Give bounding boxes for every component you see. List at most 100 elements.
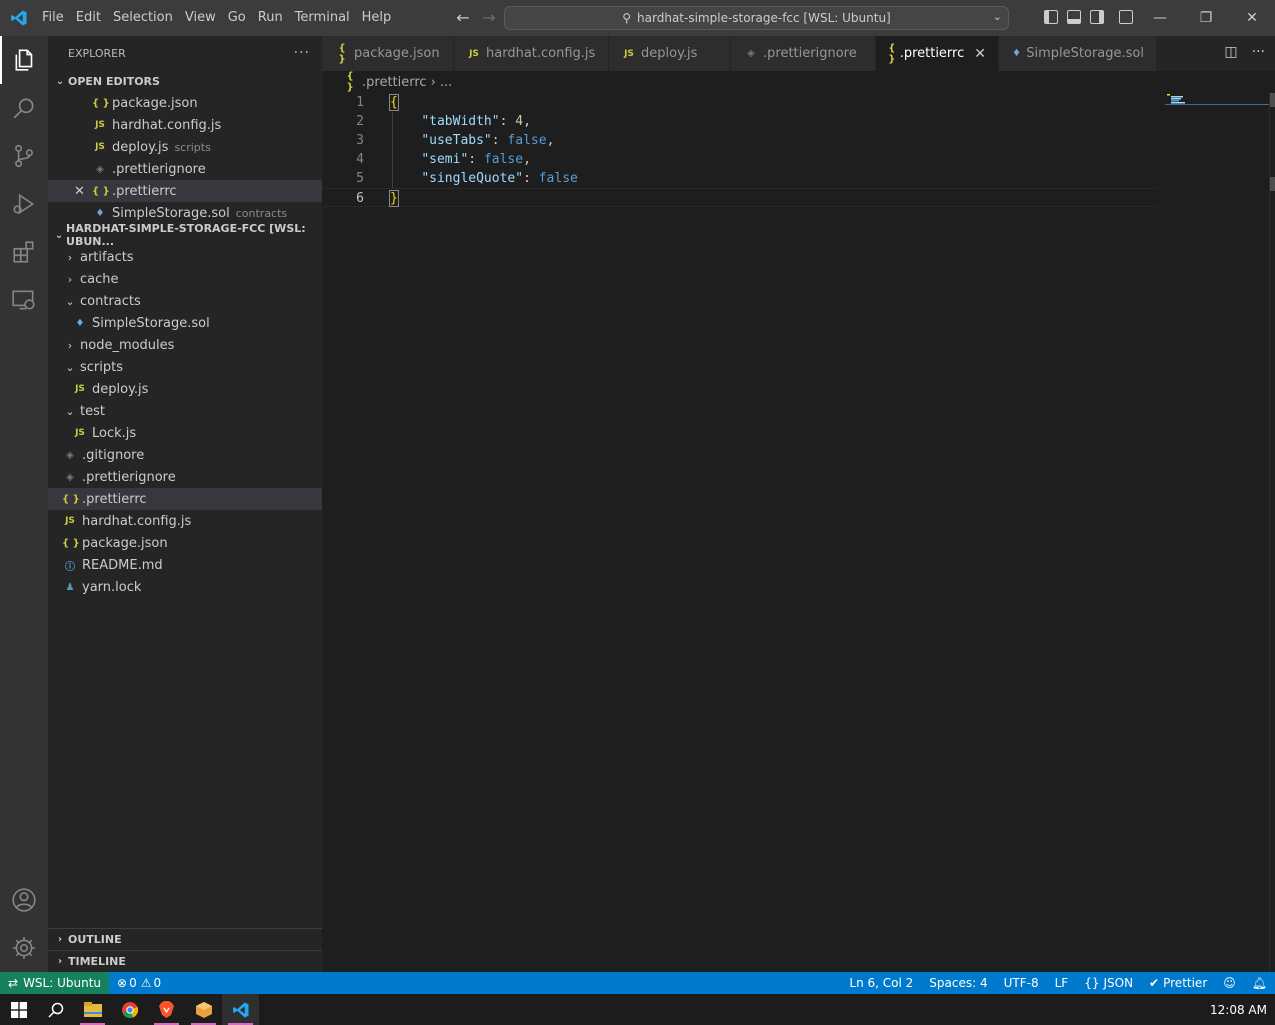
menu-help[interactable]: Help — [356, 0, 398, 36]
vscode-taskbar-icon[interactable] — [222, 994, 259, 1025]
tree-item-label: package.json — [82, 535, 168, 551]
file-item[interactable]: ♦ SimpleStorage.sol — [48, 312, 322, 334]
explorer-icon[interactable] — [0, 36, 48, 84]
menu-file[interactable]: File — [36, 0, 70, 36]
folder-item[interactable]: ⌄ contracts — [48, 290, 322, 312]
token-brace: } — [389, 190, 399, 207]
line-number: 5 — [356, 171, 364, 186]
accounts-icon[interactable] — [0, 876, 48, 924]
solidity-file-icon: ♦ — [95, 207, 105, 219]
encoding[interactable]: UTF-8 — [996, 972, 1047, 994]
vertical-scrollbar[interactable] — [1269, 93, 1275, 972]
open-editor-item[interactable]: { } package.json — [48, 92, 322, 114]
tab-prettierrc[interactable]: { } .prettierrc ✕ — [876, 36, 999, 71]
file-item[interactable]: JS deploy.js — [48, 378, 322, 400]
menu-run[interactable]: Run — [252, 0, 289, 36]
problems-indicator[interactable]: ⊗ 0 ⚠ 0 — [109, 972, 169, 994]
chrome-icon[interactable] — [111, 994, 148, 1025]
file-item[interactable]: ⓘ README.md — [48, 554, 322, 576]
tab-prettierignore[interactable]: ◈ .prettierignore — [731, 36, 876, 71]
warning-icon: ⚠ — [140, 976, 152, 990]
open-editor-item[interactable]: ✕ { } .prettierrc — [48, 180, 322, 202]
token-punc — [390, 171, 421, 186]
menu-view[interactable]: View — [179, 0, 222, 36]
workspace-header[interactable]: ⌄ HARDHAT-SIMPLE-STORAGE-FCC [WSL: UBUN.… — [48, 222, 322, 248]
command-center[interactable]: ⚲ hardhat-simple-storage-fcc [WSL: Ubunt… — [504, 6, 1009, 30]
code-editor[interactable]: 1{2 "tabWidth": 4, 3 "useTabs": false, 4 "… — [322, 93, 1275, 972]
code-line: 5 "singleQuote": false — [322, 169, 1157, 188]
tab-deploy-js[interactable]: JS deploy.js — [609, 36, 731, 71]
notifications-bell-icon[interactable]: 🔔︎ — [1244, 972, 1275, 994]
folder-item[interactable]: ⌄ test — [48, 400, 322, 422]
split-editor-icon[interactable]: ◫ — [1224, 44, 1237, 60]
menu-go[interactable]: Go — [222, 0, 252, 36]
close-window-icon[interactable]: ✕ — [1229, 0, 1275, 36]
file-explorer-icon[interactable] — [74, 994, 111, 1025]
yarn-file-icon: ♟ — [65, 581, 75, 593]
file-item[interactable]: ◈ .prettierignore — [48, 466, 322, 488]
feedback-icon[interactable]: ☺ — [1215, 972, 1244, 994]
cursor-position[interactable]: Ln 6, Col 2 — [841, 972, 921, 994]
search-view-icon[interactable] — [0, 84, 48, 132]
open-editors-header[interactable]: ⌄ OPEN EDITORS — [48, 70, 322, 92]
folder-item[interactable]: › node_modules — [48, 334, 322, 356]
folder-item[interactable]: ⌄ scripts — [48, 356, 322, 378]
language-mode[interactable]: {} JSON — [1076, 972, 1141, 994]
toggle-panel-icon[interactable] — [1067, 10, 1081, 24]
minimap[interactable] — [1165, 93, 1275, 105]
end-of-line[interactable]: LF — [1047, 972, 1077, 994]
remote-explorer-icon[interactable] — [0, 276, 48, 324]
open-editor-item[interactable]: JS deploy.js scripts — [48, 136, 322, 158]
open-editor-item[interactable]: ◈ .prettierignore — [48, 158, 322, 180]
close-icon[interactable]: ✕ — [74, 184, 85, 199]
ignore-file-icon: ◈ — [66, 471, 74, 483]
file-item[interactable]: { } package.json — [48, 532, 322, 554]
tab-label: SimpleStorage.sol — [1026, 46, 1144, 61]
tab-simplestorage-sol[interactable]: ♦ SimpleStorage.sol — [999, 36, 1157, 71]
toggle-primary-sidebar-icon[interactable] — [1044, 10, 1058, 24]
more-actions-icon[interactable]: ··· — [294, 45, 310, 61]
remote-indicator[interactable]: ⇄ WSL: Ubuntu — [0, 972, 110, 994]
tab-package-json[interactable]: { } package.json — [322, 36, 454, 71]
file-item[interactable]: { } .prettierrc — [48, 488, 322, 510]
close-icon[interactable]: ✕ — [974, 46, 986, 62]
file-item[interactable]: ♟ yarn.lock — [48, 576, 322, 598]
menu-edit[interactable]: Edit — [70, 0, 107, 36]
settings-gear-icon[interactable] — [0, 924, 48, 972]
forward-arrow-icon[interactable]: → — [480, 8, 498, 27]
folder-item[interactable]: › cache — [48, 268, 322, 290]
breadcrumb-rest[interactable]: › ... — [431, 75, 453, 90]
open-editor-item[interactable]: JS hardhat.config.js — [48, 114, 322, 136]
restore-icon[interactable]: ❐ — [1183, 0, 1229, 36]
indentation[interactable]: Spaces: 4 — [921, 972, 995, 994]
tab-hardhat-config-js[interactable]: JS hardhat.config.js — [454, 36, 609, 71]
file-item[interactable]: JS hardhat.config.js — [48, 510, 322, 532]
customize-layout-icon[interactable] — [1119, 10, 1133, 24]
file-item[interactable]: JS Lock.js — [48, 422, 322, 444]
brave-icon[interactable] — [148, 994, 185, 1025]
more-actions-icon[interactable]: ··· — [1252, 44, 1265, 60]
folder-item[interactable]: › artifacts — [48, 246, 322, 268]
file-item[interactable]: ◈ .gitignore — [48, 444, 322, 466]
breadcrumb-file[interactable]: .prettierrc — [362, 75, 427, 90]
wsl-terminal-icon[interactable] — [185, 994, 222, 1025]
open-editor-item[interactable]: ♦ SimpleStorage.sol contracts — [48, 202, 322, 224]
taskbar-clock[interactable]: 12:08 AM — [1210, 1003, 1275, 1017]
back-arrow-icon[interactable]: ← — [454, 8, 472, 27]
outline-header[interactable]: › OUTLINE — [48, 928, 322, 950]
windows-start-icon[interactable] — [0, 994, 37, 1025]
taskbar-search-icon[interactable] — [37, 994, 74, 1025]
menu-terminal[interactable]: Terminal — [289, 0, 356, 36]
line-number: 1 — [356, 95, 364, 110]
menu-bar: File Edit Selection View Go Run Terminal Help — [36, 0, 397, 36]
minimize-icon[interactable]: — — [1137, 0, 1183, 36]
source-control-icon[interactable] — [0, 132, 48, 180]
toggle-secondary-sidebar-icon[interactable] — [1090, 10, 1104, 24]
formatter[interactable]: ✔ Prettier — [1141, 972, 1215, 994]
tab-label: hardhat.config.js — [486, 46, 596, 61]
menu-selection[interactable]: Selection — [107, 0, 179, 36]
run-debug-icon[interactable] — [0, 180, 48, 228]
timeline-header[interactable]: › TIMELINE — [48, 950, 322, 972]
extensions-icon[interactable] — [0, 228, 48, 276]
token-key: "singleQuote" — [421, 171, 524, 186]
